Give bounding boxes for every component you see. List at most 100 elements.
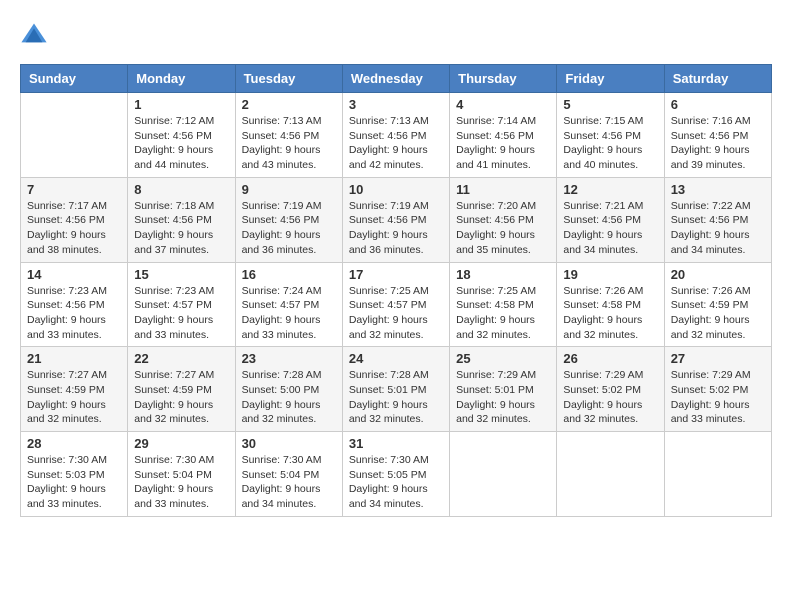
calendar-day-header: Tuesday: [235, 65, 342, 93]
day-info: Sunrise: 7:12 AMSunset: 4:56 PMDaylight:…: [134, 114, 228, 173]
day-number: 23: [242, 351, 336, 366]
calendar-day-cell: 22Sunrise: 7:27 AMSunset: 4:59 PMDayligh…: [128, 347, 235, 432]
day-info: Sunrise: 7:18 AMSunset: 4:56 PMDaylight:…: [134, 199, 228, 258]
calendar-day-cell: 31Sunrise: 7:30 AMSunset: 5:05 PMDayligh…: [342, 432, 449, 517]
calendar-day-cell: 9 Sunrise: 7:19 AMSunset: 4:56 PMDaylight…: [235, 177, 342, 262]
calendar-week-row: 7Sunrise: 7:17 AMSunset: 4:56 PMDaylight…: [21, 177, 772, 262]
day-info: Sunrise: 7:30 AMSunset: 5:03 PMDaylight:…: [27, 453, 121, 512]
day-info: Sunrise: 7:25 AMSunset: 4:57 PMDaylight:…: [349, 284, 443, 343]
day-info: Sunrise: 7:26 AMSunset: 4:58 PMDaylight:…: [563, 284, 657, 343]
calendar-day-header: Friday: [557, 65, 664, 93]
day-number: 18: [456, 267, 550, 282]
calendar-week-row: 1 Sunrise: 7:12 AMSunset: 4:56 PMDaylight…: [21, 93, 772, 178]
day-number: 4: [456, 97, 550, 112]
day-info: Sunrise: 7:29 AMSunset: 5:02 PMDaylight:…: [671, 368, 765, 427]
day-number: 10: [349, 182, 443, 197]
calendar-day-cell: 2 Sunrise: 7:13 AMSunset: 4:56 PMDaylight…: [235, 93, 342, 178]
day-number: 6: [671, 97, 765, 112]
day-number: 25: [456, 351, 550, 366]
calendar-day-header: Sunday: [21, 65, 128, 93]
day-info: Sunrise: 7:27 AMSunset: 4:59 PMDaylight:…: [134, 368, 228, 427]
day-number: 17: [349, 267, 443, 282]
day-info: Sunrise: 7:29 AMSunset: 5:01 PMDaylight:…: [456, 368, 550, 427]
calendar-day-cell: 6 Sunrise: 7:16 AMSunset: 4:56 PMDaylight…: [664, 93, 771, 178]
calendar-day-cell: 25 Sunrise: 7:29 AMSunset: 5:01 PMDayligh…: [450, 347, 557, 432]
calendar-day-header: Saturday: [664, 65, 771, 93]
day-number: 14: [27, 267, 121, 282]
day-info: Sunrise: 7:23 AMSunset: 4:56 PMDaylight:…: [27, 284, 121, 343]
logo: [20, 20, 52, 48]
calendar-day-cell: 17 Sunrise: 7:25 AMSunset: 4:57 PMDayligh…: [342, 262, 449, 347]
calendar-day-cell: 26 Sunrise: 7:29 AMSunset: 5:02 PMDayligh…: [557, 347, 664, 432]
day-info: Sunrise: 7:26 AMSunset: 4:59 PMDaylight:…: [671, 284, 765, 343]
day-info: Sunrise: 7:15 AMSunset: 4:56 PMDaylight:…: [563, 114, 657, 173]
day-info: Sunrise: 7:22 AMSunset: 4:56 PMDaylight:…: [671, 199, 765, 258]
day-number: 2: [242, 97, 336, 112]
day-info: Sunrise: 7:16 AMSunset: 4:56 PMDaylight:…: [671, 114, 765, 173]
day-info: Sunrise: 7:23 AMSunset: 4:57 PMDaylight:…: [134, 284, 228, 343]
calendar-header-row: SundayMondayTuesdayWednesdayThursdayFrid…: [21, 65, 772, 93]
calendar-day-cell: 14 Sunrise: 7:23 AMSunset: 4:56 PMDayligh…: [21, 262, 128, 347]
day-number: 20: [671, 267, 765, 282]
logo-icon: [20, 20, 48, 48]
calendar-day-cell: 27 Sunrise: 7:29 AMSunset: 5:02 PMDayligh…: [664, 347, 771, 432]
calendar-day-cell: [21, 93, 128, 178]
calendar-week-row: 28 Sunrise: 7:30 AMSunset: 5:03 PMDayligh…: [21, 432, 772, 517]
calendar-day-cell: 29 Sunrise: 7:30 AMSunset: 5:04 PMDayligh…: [128, 432, 235, 517]
day-number: 29: [134, 436, 228, 451]
day-number: 15: [134, 267, 228, 282]
day-info: Sunrise: 7:20 AMSunset: 4:56 PMDaylight:…: [456, 199, 550, 258]
calendar-table: SundayMondayTuesdayWednesdayThursdayFrid…: [20, 64, 772, 517]
day-info: Sunrise: 7:29 AMSunset: 5:02 PMDaylight:…: [563, 368, 657, 427]
day-number: 24: [349, 351, 443, 366]
calendar-day-cell: 7Sunrise: 7:17 AMSunset: 4:56 PMDaylight…: [21, 177, 128, 262]
day-info: Sunrise: 7:30 AMSunset: 5:04 PMDaylight:…: [134, 453, 228, 512]
calendar-day-cell: 5 Sunrise: 7:15 AMSunset: 4:56 PMDaylight…: [557, 93, 664, 178]
calendar-day-header: Monday: [128, 65, 235, 93]
calendar-day-cell: 19 Sunrise: 7:26 AMSunset: 4:58 PMDayligh…: [557, 262, 664, 347]
day-info: Sunrise: 7:25 AMSunset: 4:58 PMDaylight:…: [456, 284, 550, 343]
day-number: 8: [134, 182, 228, 197]
calendar-day-cell: 21 Sunrise: 7:27 AMSunset: 4:59 PMDayligh…: [21, 347, 128, 432]
day-number: 21: [27, 351, 121, 366]
calendar-day-header: Wednesday: [342, 65, 449, 93]
calendar-day-cell: 10 Sunrise: 7:19 AMSunset: 4:56 PMDayligh…: [342, 177, 449, 262]
day-number: 28: [27, 436, 121, 451]
calendar-day-cell: [557, 432, 664, 517]
calendar-day-cell: 16 Sunrise: 7:24 AMSunset: 4:57 PMDayligh…: [235, 262, 342, 347]
calendar-day-cell: 4Sunrise: 7:14 AMSunset: 4:56 PMDaylight…: [450, 93, 557, 178]
calendar-day-cell: 20 Sunrise: 7:26 AMSunset: 4:59 PMDayligh…: [664, 262, 771, 347]
day-number: 1: [134, 97, 228, 112]
day-info: Sunrise: 7:28 AMSunset: 5:01 PMDaylight:…: [349, 368, 443, 427]
calendar-day-cell: 11 Sunrise: 7:20 AMSunset: 4:56 PMDayligh…: [450, 177, 557, 262]
day-info: Sunrise: 7:19 AMSunset: 4:56 PMDaylight:…: [349, 199, 443, 258]
calendar-day-cell: 3Sunrise: 7:13 AMSunset: 4:56 PMDaylight…: [342, 93, 449, 178]
day-number: 31: [349, 436, 443, 451]
day-number: 3: [349, 97, 443, 112]
day-info: Sunrise: 7:24 AMSunset: 4:57 PMDaylight:…: [242, 284, 336, 343]
day-number: 13: [671, 182, 765, 197]
day-number: 26: [563, 351, 657, 366]
calendar-day-cell: 13 Sunrise: 7:22 AMSunset: 4:56 PMDayligh…: [664, 177, 771, 262]
day-info: Sunrise: 7:27 AMSunset: 4:59 PMDaylight:…: [27, 368, 121, 427]
calendar-day-cell: 28 Sunrise: 7:30 AMSunset: 5:03 PMDayligh…: [21, 432, 128, 517]
calendar-week-row: 14 Sunrise: 7:23 AMSunset: 4:56 PMDayligh…: [21, 262, 772, 347]
day-info: Sunrise: 7:13 AMSunset: 4:56 PMDaylight:…: [242, 114, 336, 173]
calendar-day-cell: 18 Sunrise: 7:25 AMSunset: 4:58 PMDayligh…: [450, 262, 557, 347]
day-number: 12: [563, 182, 657, 197]
calendar-day-cell: [664, 432, 771, 517]
day-info: Sunrise: 7:28 AMSunset: 5:00 PMDaylight:…: [242, 368, 336, 427]
calendar-day-cell: 23 Sunrise: 7:28 AMSunset: 5:00 PMDayligh…: [235, 347, 342, 432]
calendar-day-cell: 15 Sunrise: 7:23 AMSunset: 4:57 PMDayligh…: [128, 262, 235, 347]
day-number: 5: [563, 97, 657, 112]
calendar-day-cell: 30Sunrise: 7:30 AMSunset: 5:04 PMDayligh…: [235, 432, 342, 517]
day-number: 16: [242, 267, 336, 282]
day-number: 9: [242, 182, 336, 197]
day-number: 11: [456, 182, 550, 197]
day-info: Sunrise: 7:19 AMSunset: 4:56 PMDaylight:…: [242, 199, 336, 258]
day-number: 27: [671, 351, 765, 366]
calendar-day-cell: 1 Sunrise: 7:12 AMSunset: 4:56 PMDaylight…: [128, 93, 235, 178]
page-header: [20, 20, 772, 48]
day-number: 30: [242, 436, 336, 451]
day-number: 19: [563, 267, 657, 282]
